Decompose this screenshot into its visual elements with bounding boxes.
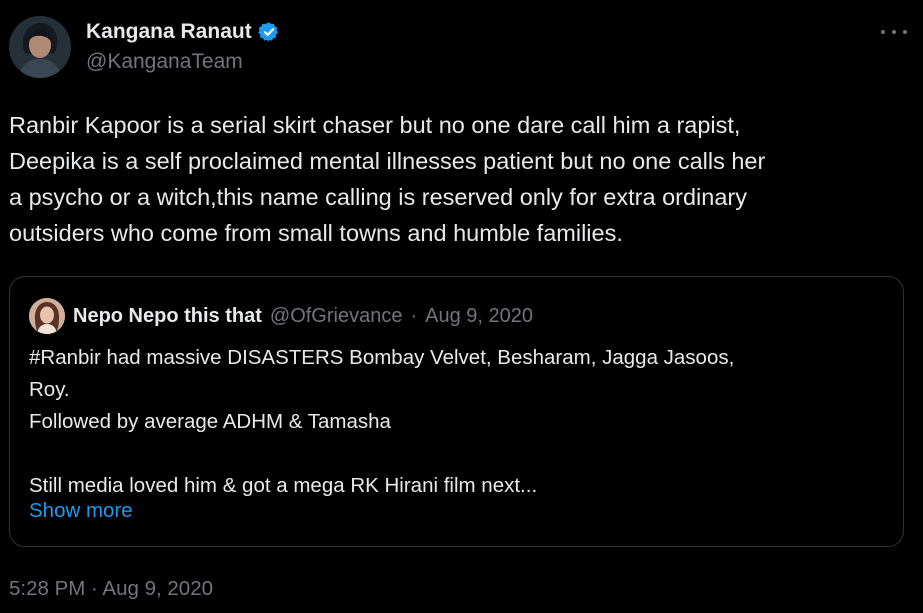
quoted-text-line: #Ranbir had massive DISASTERS Bombay Vel… xyxy=(29,346,735,369)
tweet-text-line: outsiders who come from small towns and … xyxy=(9,220,623,246)
tweet-timestamp[interactable]: 5:28 PM · Aug 9, 2020 xyxy=(9,577,213,601)
author-avatar-image xyxy=(9,16,71,78)
quoted-tweet-header: Nepo Nepo this that @OfGrievance · Aug 9… xyxy=(29,298,533,334)
tweet-text: Ranbir Kapoor is a serial skirt chaser b… xyxy=(9,107,914,251)
display-name-row: Kangana Ranaut xyxy=(86,18,280,46)
more-dot xyxy=(892,30,896,34)
quoted-text-line: Followed by average ADHM & Tamasha xyxy=(29,410,391,433)
quoted-date[interactable]: Aug 9, 2020 xyxy=(425,305,533,328)
quoted-tweet-text: #Ranbir had massive DISASTERS Bombay Vel… xyxy=(29,342,889,502)
author-avatar[interactable] xyxy=(9,16,71,78)
tweet-text-line: a psycho or a witch,this name calling is… xyxy=(9,184,747,210)
more-dot xyxy=(903,30,907,34)
quoted-author-avatar[interactable] xyxy=(29,298,65,334)
tweet: Kangana Ranaut @KanganaTeam Ranbir Kapoo… xyxy=(0,0,923,613)
verified-badge-icon xyxy=(257,22,278,42)
quoted-author-handle[interactable]: @OfGrievance xyxy=(270,305,403,328)
quoted-tweet-card[interactable]: Nepo Nepo this that @OfGrievance · Aug 9… xyxy=(9,276,904,547)
quoted-author-name[interactable]: Nepo Nepo this that xyxy=(73,305,262,328)
quoted-author-avatar-image xyxy=(29,298,65,334)
author-handle[interactable]: @KanganaTeam xyxy=(86,50,280,74)
show-more-link[interactable]: Show more xyxy=(29,499,133,523)
more-dot xyxy=(881,30,885,34)
quoted-separator: · xyxy=(410,304,418,327)
author-info: Kangana Ranaut @KanganaTeam xyxy=(86,18,280,74)
tweet-text-line: Ranbir Kapoor is a serial skirt chaser b… xyxy=(9,112,741,138)
quoted-text-line: Roy. xyxy=(29,378,70,401)
quoted-text-line xyxy=(29,438,889,470)
quoted-text-line: Still media loved him & got a mega RK Hi… xyxy=(29,474,538,497)
more-icon[interactable] xyxy=(881,22,907,42)
author-display-name[interactable]: Kangana Ranaut xyxy=(86,20,252,44)
tweet-text-line: Deepika is a self proclaimed mental illn… xyxy=(9,148,766,174)
